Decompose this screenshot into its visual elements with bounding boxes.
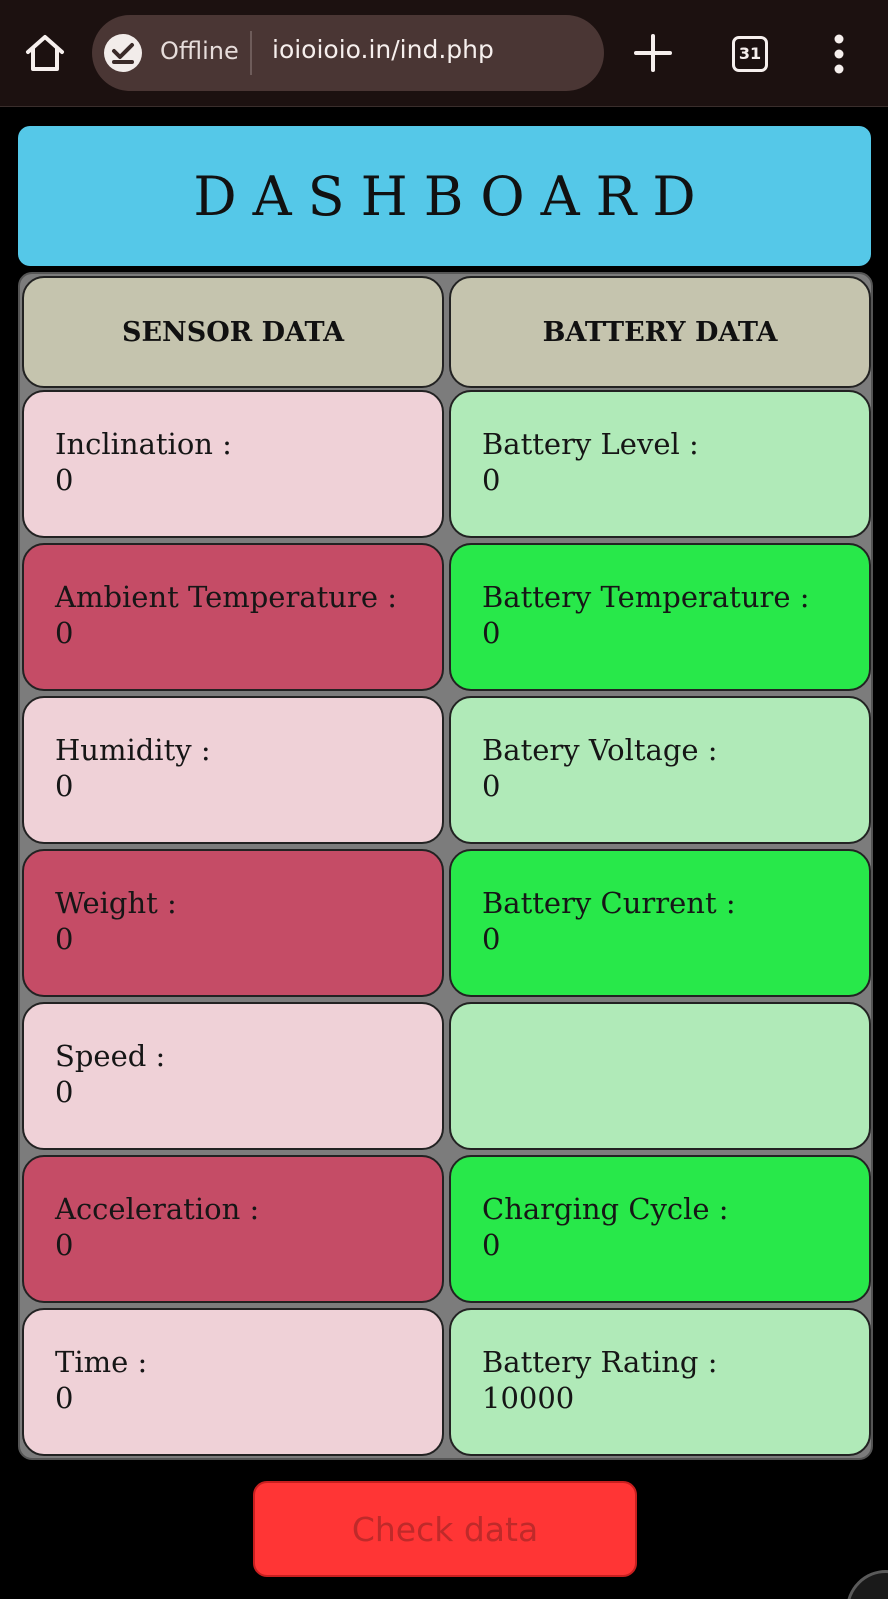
battery-value: 0	[482, 463, 501, 497]
battery-label: Batery Voltage :	[482, 733, 718, 767]
battery-card-empty	[449, 1002, 871, 1150]
sensor-value: 0	[55, 1228, 74, 1262]
browser-toolbar: Offline ioioioio.in/ind.php 31	[0, 0, 888, 107]
plus-icon[interactable]	[632, 32, 674, 74]
sensor-label: Weight :	[55, 886, 177, 920]
sensor-card-time: Time : 0	[22, 1308, 444, 1456]
sensor-card-speed: Speed : 0	[22, 1002, 444, 1150]
battery-value: 0	[482, 616, 501, 650]
offline-check-icon[interactable]	[104, 34, 142, 72]
battery-card-charging-cycle: Charging Cycle : 0	[449, 1155, 871, 1303]
sensor-value: 0	[55, 463, 74, 497]
page-title: DASHBOARD	[193, 164, 712, 228]
check-data-button[interactable]: Check data	[253, 1481, 637, 1577]
sensor-card-weight: Weight : 0	[22, 849, 444, 997]
floating-action-button[interactable]	[846, 1570, 888, 1599]
sensor-value: 0	[55, 922, 74, 956]
battery-label: Charging Cycle :	[482, 1192, 729, 1226]
sensor-value: 0	[55, 769, 74, 803]
sensor-label: Time :	[55, 1345, 148, 1379]
url-text[interactable]: ioioioio.in/ind.php	[272, 35, 494, 64]
sensor-card-humidity: Humidity : 0	[22, 696, 444, 844]
battery-value: 10000	[482, 1381, 575, 1415]
battery-value: 0	[482, 1228, 501, 1262]
sensor-value: 0	[55, 616, 74, 650]
tabs-icon[interactable]: 31	[732, 36, 768, 72]
sensor-value: 0	[55, 1381, 74, 1415]
sensor-card-acceleration: Acceleration : 0	[22, 1155, 444, 1303]
battery-card-voltage: Batery Voltage : 0	[449, 696, 871, 844]
battery-data-header: BATTERY DATA	[449, 276, 871, 388]
home-icon[interactable]	[22, 30, 68, 76]
address-bar[interactable]: Offline ioioioio.in/ind.php	[92, 15, 604, 91]
sensor-label: Ambient Temperature :	[55, 580, 397, 614]
battery-label: Battery Temperature :	[482, 580, 810, 614]
battery-card-current: Battery Current : 0	[449, 849, 871, 997]
sensor-data-header: SENSOR DATA	[22, 276, 444, 388]
dashboard-header: DASHBOARD	[18, 126, 871, 266]
battery-label: Battery Current :	[482, 886, 736, 920]
battery-value: 0	[482, 769, 501, 803]
sensor-label: Acceleration :	[55, 1192, 260, 1226]
more-vert-icon[interactable]	[826, 34, 852, 74]
battery-card-rating: Battery Rating : 10000	[449, 1308, 871, 1456]
sensor-label: Inclination :	[55, 427, 232, 461]
url-separator	[250, 31, 252, 75]
sensor-card-ambient-temperature: Ambient Temperature : 0	[22, 543, 444, 691]
sensor-label: Humidity :	[55, 733, 211, 767]
sensor-value: 0	[55, 1075, 74, 1109]
battery-label: Battery Level :	[482, 427, 699, 461]
battery-card-level: Battery Level : 0	[449, 390, 871, 538]
sensor-label: Speed :	[55, 1039, 166, 1073]
battery-value: 0	[482, 922, 501, 956]
sensor-card-inclination: Inclination : 0	[22, 390, 444, 538]
offline-status-text: Offline	[160, 37, 239, 65]
battery-label: Battery Rating :	[482, 1345, 718, 1379]
data-grid: SENSOR DATA BATTERY DATA Inclination : 0…	[18, 272, 873, 1460]
battery-card-temperature: Battery Temperature : 0	[449, 543, 871, 691]
